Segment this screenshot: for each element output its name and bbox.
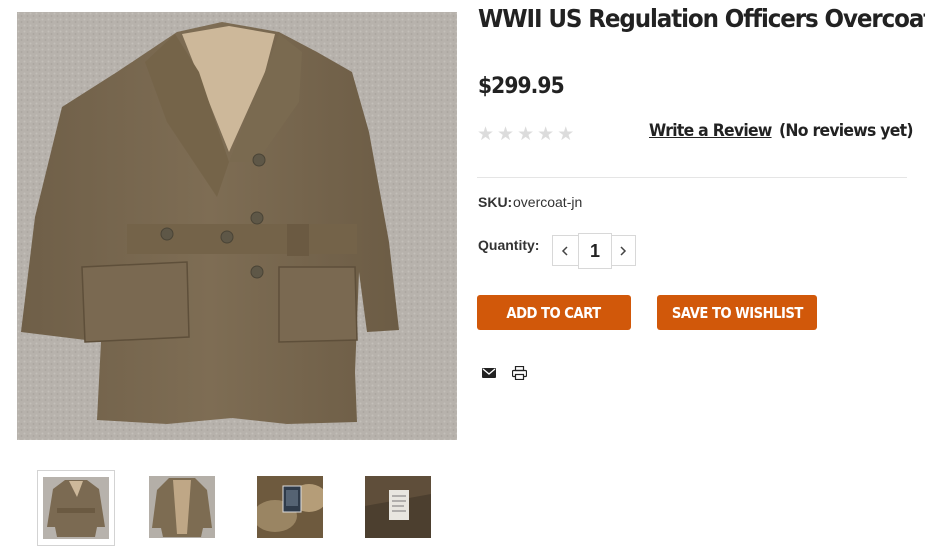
- quantity-stepper: [552, 233, 636, 269]
- star-empty-icon: ★: [497, 123, 515, 145]
- rating-stars: ★ ★ ★ ★ ★: [477, 124, 574, 144]
- quantity-increase-button[interactable]: [611, 236, 635, 265]
- chevron-left-icon: [561, 245, 568, 256]
- save-to-wishlist-label: SAVE TO WISHLIST: [671, 303, 803, 322]
- thumbnail-label[interactable]: [252, 470, 330, 546]
- add-to-cart-label: ADD TO CART: [506, 303, 602, 322]
- thumbnail-open-image: [149, 476, 215, 538]
- thumbnail-strip: [37, 470, 437, 548]
- star-empty-icon: ★: [517, 123, 535, 145]
- save-to-wishlist-button[interactable]: SAVE TO WISHLIST: [657, 295, 817, 330]
- quantity-label: Quantity:: [478, 237, 540, 253]
- main-product-image[interactable]: [17, 12, 457, 440]
- divider: [477, 177, 907, 178]
- chevron-right-icon: [620, 245, 627, 256]
- quantity-input[interactable]: [578, 233, 612, 269]
- sku-value: overcoat-jn: [513, 194, 583, 210]
- reviews-count: (No reviews yet): [779, 121, 914, 141]
- star-empty-icon: ★: [477, 123, 495, 145]
- overcoat-photo: [17, 12, 457, 440]
- star-empty-icon: ★: [537, 123, 555, 145]
- sku-label: SKU:: [478, 194, 513, 210]
- product-price: $299.95: [478, 74, 565, 99]
- add-to-cart-button[interactable]: ADD TO CART: [477, 295, 631, 330]
- thumbnail-front[interactable]: [37, 470, 115, 546]
- thumbnail-front-image: [43, 477, 109, 539]
- star-empty-icon: ★: [557, 123, 575, 145]
- thumbnail-label-image: [257, 476, 323, 538]
- quantity-decrease-button[interactable]: [553, 236, 577, 265]
- thumbnail-tag[interactable]: [360, 470, 438, 546]
- write-review-link[interactable]: Write a Review: [649, 121, 772, 141]
- product-title: WWII US Regulation Officers Overcoat: [478, 4, 925, 33]
- thumbnail-open[interactable]: [144, 470, 222, 546]
- thumbnail-tag-image: [365, 476, 431, 538]
- print-icon[interactable]: [511, 365, 528, 382]
- email-icon[interactable]: [482, 366, 498, 382]
